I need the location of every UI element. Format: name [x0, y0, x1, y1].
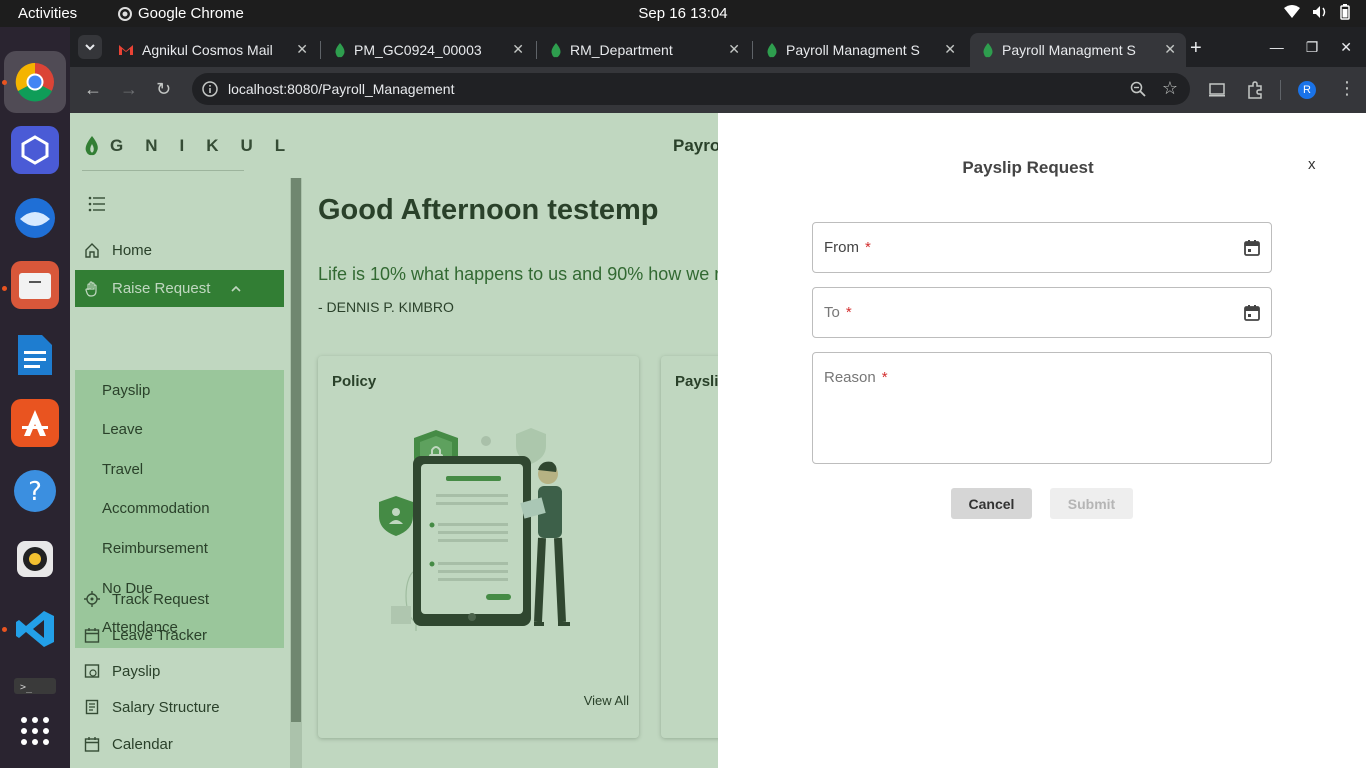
tab-strip: Agnikul Cosmos Mail ✕ PM_GC0924_00003 ✕ … [70, 27, 1366, 67]
clock[interactable]: Sep 16 13:04 [638, 5, 727, 22]
show-apps-button[interactable] [11, 707, 59, 755]
system-top-bar: Activities Google Chrome Sep 16 13:04 [0, 0, 1366, 27]
gmail-icon [119, 45, 133, 55]
close-drawer-button[interactable]: x [1308, 156, 1316, 173]
dock-thunderbird[interactable] [11, 194, 59, 242]
terminal-icon: >_ [14, 678, 56, 694]
files-icon [19, 273, 51, 299]
battery-icon [1340, 4, 1350, 20]
rhythmbox-icon [17, 541, 53, 577]
browser-tab-active[interactable]: Payroll Managment S ✕ [970, 33, 1186, 67]
required-mark: * [865, 239, 871, 256]
chrome-small-icon [118, 6, 132, 21]
activities-button[interactable]: Activities [18, 5, 77, 22]
help-icon: ? [14, 470, 56, 512]
dock-running-indicator [2, 80, 7, 85]
close-icon[interactable]: ✕ [728, 41, 740, 58]
zoom-icon[interactable] [1130, 81, 1146, 97]
calendar-icon[interactable] [1243, 239, 1261, 257]
browser-tab[interactable]: PM_GC0924_00003 ✕ [322, 33, 534, 67]
dock-app-2[interactable] [11, 126, 59, 174]
vscode-icon [16, 611, 54, 647]
svg-text:>_: >_ [20, 682, 33, 693]
dock-writer[interactable] [11, 331, 59, 379]
flame-icon [335, 43, 345, 58]
dock-terminal[interactable]: >_ [11, 672, 59, 698]
close-window-icon[interactable]: ✕ [1340, 39, 1352, 56]
close-icon[interactable]: ✕ [1164, 41, 1176, 58]
thunderbird-icon [15, 198, 55, 238]
profile-avatar[interactable]: R [1298, 81, 1316, 99]
flame-icon [767, 43, 777, 58]
svg-text:?: ? [28, 477, 42, 507]
cast-icon[interactable] [1209, 83, 1225, 97]
flame-icon [983, 43, 993, 58]
reason-textarea[interactable]: Reason * [812, 352, 1272, 464]
dock-vscode[interactable] [11, 605, 59, 653]
minimize-icon[interactable]: — [1270, 39, 1284, 56]
from-label: From [824, 239, 859, 256]
toolbar: ← → ↻ localhost:8080/Payroll_Management … [70, 67, 1366, 113]
back-icon[interactable]: ← [84, 79, 102, 100]
close-icon[interactable]: ✕ [944, 41, 956, 58]
dock-help[interactable]: ? [11, 467, 59, 515]
new-tab-button[interactable]: + [1190, 37, 1202, 60]
maximize-icon[interactable]: ❐ [1306, 39, 1319, 56]
drawer-backdrop[interactable] [70, 113, 718, 768]
drawer-title: Payslip Request [962, 158, 1094, 177]
dock-chrome[interactable] [4, 51, 66, 113]
tab-separator [320, 41, 321, 59]
tab-search-button[interactable] [78, 35, 102, 59]
payslip-request-drawer: Payslip Request x From * To * Reason * Canc… [718, 113, 1366, 768]
address-bar[interactable]: localhost:8080/Payroll_Management ☆ [192, 73, 1190, 105]
dock-app-center[interactable] [11, 399, 59, 447]
close-icon[interactable]: ✕ [512, 41, 524, 58]
required-mark: * [845, 304, 852, 321]
dock-running-indicator [2, 627, 7, 632]
app-name: Google Chrome [138, 5, 244, 22]
tab-separator [536, 41, 537, 59]
toolbar-separator [1280, 80, 1281, 100]
flame-icon [551, 43, 561, 58]
url-text: localhost:8080/Payroll_Management [228, 81, 455, 97]
app-menu[interactable]: Google Chrome [118, 5, 244, 22]
cancel-button[interactable]: Cancel [951, 488, 1032, 519]
to-date-field[interactable]: To * [812, 287, 1272, 338]
chrome-icon [15, 62, 54, 102]
chevron-down-icon [85, 44, 95, 51]
extensions-icon[interactable] [1246, 81, 1264, 99]
dock-files[interactable] [11, 261, 59, 309]
to-label: To [824, 304, 840, 321]
reload-icon[interactable]: ↻ [156, 79, 171, 100]
browser-tab[interactable]: Agnikul Cosmos Mail ✕ [106, 33, 318, 67]
system-tray[interactable] [1284, 4, 1350, 20]
required-mark: * [881, 369, 888, 386]
wifi-icon [1284, 5, 1300, 18]
bookmark-star-icon[interactable]: ☆ [1162, 78, 1178, 99]
close-icon[interactable]: ✕ [296, 41, 308, 58]
forward-icon[interactable]: → [120, 79, 138, 100]
hexagon-app-icon [21, 135, 49, 165]
volume-icon [1313, 6, 1326, 18]
reason-label: Reason [824, 369, 876, 386]
dock: ? >_ [0, 27, 70, 768]
browser-tab[interactable]: Payroll Managment S ✕ [754, 33, 966, 67]
submit-button[interactable]: Submit [1050, 488, 1133, 519]
browser-tab[interactable]: RM_Department ✕ [538, 33, 750, 67]
dock-rhythmbox[interactable] [11, 535, 59, 583]
writer-icon [18, 335, 52, 375]
dock-running-indicator [2, 286, 7, 291]
grid-icon [21, 717, 49, 745]
from-date-field[interactable]: From * [812, 222, 1272, 273]
site-info-icon[interactable] [202, 81, 218, 97]
kebab-menu-icon[interactable]: ⋮ [1338, 78, 1356, 99]
calendar-icon[interactable] [1243, 304, 1261, 322]
store-icon [22, 410, 48, 436]
tab-separator [752, 41, 753, 59]
